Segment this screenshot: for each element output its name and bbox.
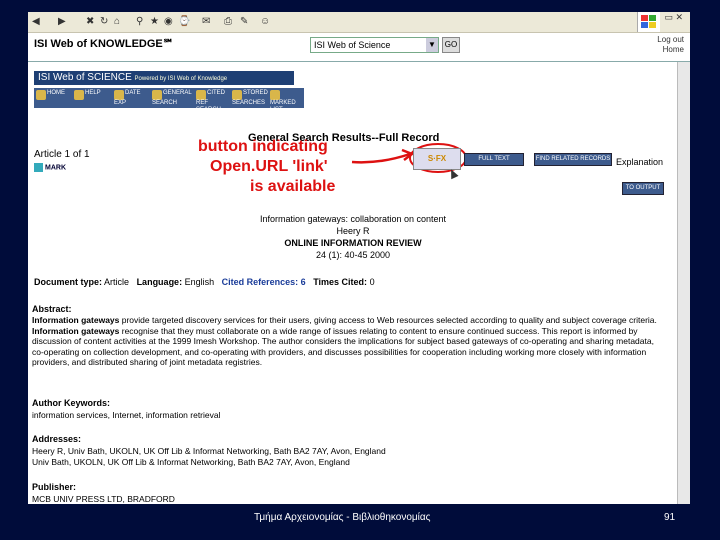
to-output-button[interactable]: TO OUTPUT [622, 182, 664, 195]
logout-link[interactable]: Log out [657, 35, 684, 45]
record-content: ISI Web of SCIENCE Powered by ISI Web of… [28, 62, 678, 504]
isi-wok-logo: ISI Web of KNOWLEDGE℠ [34, 38, 174, 50]
nav-stored-searches[interactable]: STORED SEARCHES [232, 90, 268, 106]
record-author[interactable]: Heery R [228, 226, 478, 237]
browser-window: ◀ ▶ ✖ ↻ ⌂ ⚲ ★ ◉ ⌚ ✉ ⎙ ✎ ☺ ▭ ✕ ISI Web of… [28, 12, 690, 504]
mail-icon[interactable]: ✉ [202, 15, 210, 28]
slide-page-number: 91 [664, 512, 676, 523]
isi-header: ISI Web of KNOWLEDGE℠ ISI Web of Science… [28, 33, 690, 62]
annotation-arrow-icon [351, 148, 415, 164]
record-journal: ONLINE INFORMATION REVIEW [284, 238, 422, 248]
edit-icon[interactable]: ✎ [240, 15, 248, 28]
print-icon[interactable]: ⎙ [224, 15, 232, 28]
explanation-link[interactable]: Explanation [616, 157, 663, 167]
windows-logo-icon [637, 12, 660, 32]
back-icon[interactable]: ◀ [32, 15, 40, 28]
publisher-text: MCB UNIV PRESS LTD, BRADFORD [32, 494, 175, 504]
addresses-heading: Addresses: [32, 434, 82, 444]
annotation-line-2: Open.URL 'link' [210, 158, 328, 175]
record-volume: 24 (1): 40-45 2000 [315, 250, 391, 260]
keywords-text: information services, Internet, informat… [32, 410, 221, 420]
vertical-scrollbar[interactable] [677, 62, 690, 504]
logout-home-links: Log out Home [657, 35, 684, 55]
full-text-button[interactable]: FULL TEXT [464, 153, 524, 166]
record-title: Information gateways: collaboration on c… [259, 214, 447, 224]
stop-icon[interactable]: ✖ [86, 15, 94, 28]
article-counter: Article 1 of 1 [34, 149, 90, 160]
refresh-icon[interactable]: ↻ [100, 15, 108, 28]
browser-toolbar: ◀ ▶ ✖ ↻ ⌂ ⚲ ★ ◉ ⌚ ✉ ⎙ ✎ ☺ ▭ ✕ [28, 12, 690, 33]
annotation-line-3: is available [250, 178, 336, 195]
annotation-note: button indicating Open.URL 'link' is ava… [190, 138, 360, 206]
search-icon[interactable]: ⚲ [136, 15, 143, 28]
history-icon[interactable]: ⌚ [178, 15, 190, 28]
window-controls[interactable]: ▭ ✕ [662, 12, 690, 32]
sos-subtitle: Powered by ISI Web of Knowledge [134, 76, 228, 82]
publisher-heading: Publisher: [32, 482, 77, 492]
address-line-1: Heery R, Univ Bath, UKOLN, UK Off Lib & … [32, 446, 386, 456]
home-link[interactable]: Home [657, 45, 684, 55]
abstract-text: Information gateways provide targeted di… [32, 315, 657, 367]
database-select[interactable]: ISI Web of Science ▼ [310, 37, 439, 53]
home-icon[interactable]: ⌂ [114, 15, 120, 28]
slide-footer: Τμήμα Αρχειονομίας - Βιβλιοθηκονομίας [254, 512, 431, 523]
sfx-button[interactable]: S·FX [413, 148, 461, 170]
abstract-heading: Abstract: [32, 304, 72, 314]
annotation-line-1: button indicating [198, 138, 328, 155]
chevron-down-icon[interactable]: ▼ [426, 38, 438, 52]
find-related-records-button[interactable]: FIND RELATED RECORDS [534, 153, 612, 166]
address-line-2: Univ Bath, UKOLN, UK Off Lib & Informat … [32, 457, 350, 467]
nav-help[interactable]: HELP [74, 90, 101, 106]
messenger-icon[interactable]: ☺ [260, 15, 270, 28]
database-select-value: ISI Web of Science [314, 40, 391, 50]
document-meta: Document type: Article Language: English… [34, 277, 375, 287]
cited-references-link[interactable]: Cited References: 6 [222, 277, 306, 287]
sos-title: ISI Web of SCIENCE [38, 72, 132, 83]
media-icon[interactable]: ◉ [164, 15, 173, 28]
keywords-heading: Author Keywords: [32, 398, 111, 408]
nav-cited-ref-search[interactable]: CITED REF SEARCH [196, 90, 230, 113]
nav-marked-list[interactable]: MARKED LIST [270, 90, 304, 113]
nav-strip: HOME HELP DATE EXP GENERAL SEARCH CITED … [34, 88, 304, 113]
sos-banner: ISI Web of SCIENCE Powered by ISI Web of… [34, 71, 294, 85]
mark-checkbox[interactable]: MARK [34, 163, 66, 172]
nav-general-search[interactable]: GENERAL SEARCH [152, 90, 192, 106]
nav-home[interactable]: HOME [36, 90, 65, 106]
favorites-icon[interactable]: ★ [150, 15, 159, 28]
slide: ◀ ▶ ✖ ↻ ⌂ ⚲ ★ ◉ ⌚ ✉ ⎙ ✎ ☺ ▭ ✕ ISI Web of… [0, 0, 720, 540]
go-button[interactable]: GO [442, 37, 460, 53]
forward-icon[interactable]: ▶ [58, 15, 66, 28]
nav-date-exp[interactable]: DATE EXP [114, 90, 146, 106]
